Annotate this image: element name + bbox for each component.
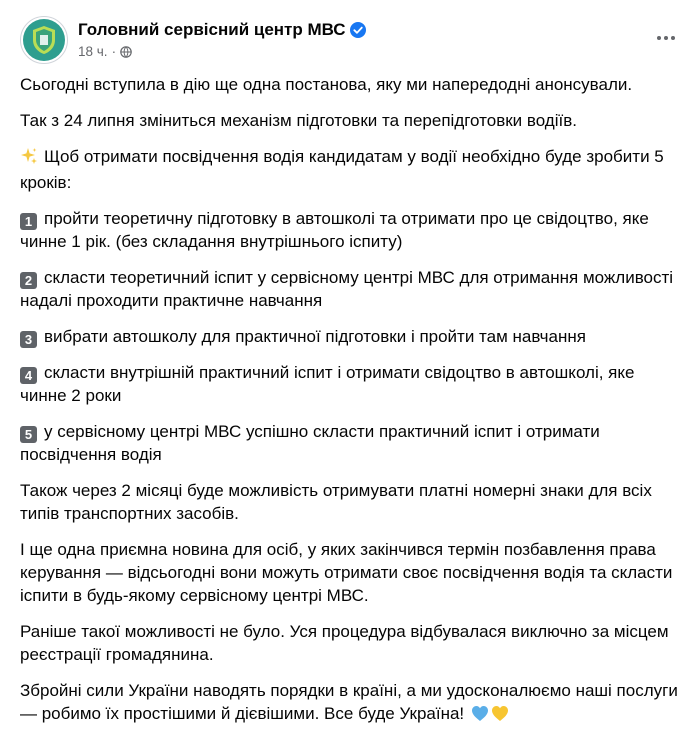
more-dot-icon [664,36,668,40]
step-text: скласти теоретичний іспит у сервісному ц… [20,268,674,310]
post-meta: 18 ч. · [78,43,132,63]
step-item: 4 скласти внутрішній практичний іспит і о… [20,361,680,407]
step-text: пройти теоретичну підготовку в автошколі… [20,209,649,251]
closing-text: Збройні сили України наводять порядки в … [20,681,678,723]
step-item: 5у сервісному центрі МВС успішно скласти… [20,420,680,466]
post-timestamp[interactable]: 18 ч. [78,44,108,59]
step-number-badge: 3 [20,331,37,348]
blue-heart-icon [471,705,489,728]
paragraph-closing: Збройні сили України наводять порядки в … [20,679,680,728]
step-number-badge: 2 [20,272,37,289]
paragraph-date: Так з 24 липня зміниться механізм підгот… [20,111,577,130]
step-number-badge: 1 [20,213,37,230]
step-text: вибрати автошколу для практичної підгото… [44,327,586,346]
page-name-text[interactable]: Головний сервісний центр МВС [78,20,346,39]
step-item: 3 вибрати автошколу для практичної підгот… [20,325,680,348]
globe-icon[interactable] [120,45,132,63]
step-text: у сервісному центрі МВС успішно скласти … [20,422,600,464]
post-header: Головний сервісний центр МВС 18 ч. · [20,16,684,64]
step-item: 1 пройти теоретичну підготовку в автошкол… [20,207,680,253]
page-avatar[interactable] [20,16,68,64]
step-text: скласти внутрішній практичний іспит і от… [20,363,635,405]
page-name[interactable]: Головний сервісний центр МВС [78,20,366,43]
post-text: Сьогодні вступила в дію ще одна постанов… [20,73,680,741]
more-options-button[interactable] [652,26,680,50]
facebook-post: Головний сервісний центр МВС 18 ч. · Сьог… [0,0,700,723]
steps-intro-text: Щоб отримати посвідчення водія кандидата… [20,147,664,192]
paragraph-intro: Сьогодні вступила в дію ще одна постанов… [20,75,633,94]
verified-badge-icon [349,22,366,43]
step-item: 2 скласти теоретичний іспит у сервісному … [20,266,680,312]
more-dot-icon [657,36,661,40]
step-number-badge: 4 [20,367,37,384]
paragraph-before: Раніше такої можливості не було. Уся про… [20,622,669,664]
step-number-badge: 5 [20,426,37,443]
meta-separator: · [111,44,117,59]
sparkles-icon [20,147,38,171]
paragraph-steps-intro: Щоб отримати посвідчення водія кандидата… [20,145,680,194]
more-dot-icon [671,36,675,40]
yellow-heart-icon [491,705,509,728]
paragraph-plates: Також через 2 місяці буде можливість отр… [20,481,652,523]
paragraph-news: І ще одна приємна новина для осіб, у яки… [20,540,673,605]
